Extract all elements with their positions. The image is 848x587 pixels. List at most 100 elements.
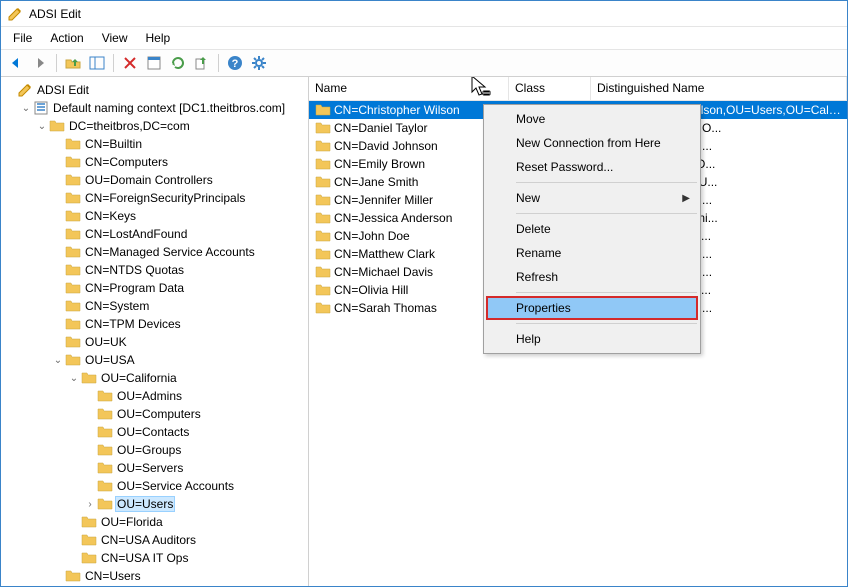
tree-item[interactable]: CN=Builtin [3,135,306,153]
row-name: CN=Daniel Taylor [334,121,428,135]
ctx-separator [516,182,697,183]
tree-expander[interactable]: ⌄ [51,355,65,366]
ctx-new-connection-label: New Connection from Here [516,136,661,150]
ctx-delete[interactable]: Delete [486,217,698,241]
tree-ou-california[interactable]: ⌄ OU=California [3,369,306,387]
folder-icon [315,264,331,280]
tree-item[interactable]: CN=System [3,297,306,315]
forward-icon [32,55,48,71]
tree-item[interactable]: CN=Program Data [3,279,306,297]
tree-panel[interactable]: ADSI Edit⌄Default naming context [DC1.th… [1,77,309,586]
tree-item-label: CN=Keys [83,209,138,223]
ctx-move-label: Move [516,112,545,126]
tree-item[interactable]: CN=ForeignSecurityPrincipals [3,189,306,207]
up-button[interactable] [62,52,84,74]
menu-file[interactable]: File [5,29,40,47]
folder-icon [65,352,81,368]
tree-item-label: Default naming context [DC1.theitbros.co… [51,101,287,115]
tree-dc[interactable]: ⌄DC=theitbros,DC=com [3,117,306,135]
chevron-right-icon: ▶ [682,193,690,204]
tree-item[interactable]: OU=Contacts [3,423,306,441]
tree-item[interactable]: OU=Domain Controllers [3,171,306,189]
settings-button[interactable] [248,52,270,74]
tree-item-label: OU=UK [83,335,129,349]
folder-icon [315,102,331,118]
menu-view[interactable]: View [94,29,136,47]
delete-button[interactable] [119,52,141,74]
tree-context[interactable]: ⌄ Default naming context [DC1.theitbros.c… [3,99,306,117]
ctx-separator [516,292,697,293]
panes-icon [89,55,105,71]
properties-button[interactable] [143,52,165,74]
folder-icon [81,532,97,548]
folder-icon [315,120,331,136]
help-button[interactable] [224,52,246,74]
row-name: CN=Michael Davis [334,265,433,279]
toolbar-separator [113,54,114,72]
ctx-new-connection[interactable]: New Connection from Here [486,131,698,155]
folder-icon [315,228,331,244]
tree-ou-users[interactable]: ›OU=Users [3,495,306,513]
refresh-button[interactable] [167,52,189,74]
tree-item[interactable]: OU=Florida [3,513,306,531]
tree-item[interactable]: CN=Users [3,567,306,585]
row-name: CN=John Doe [334,229,410,243]
tree-expander[interactable]: › [83,499,97,510]
folder-icon [315,156,331,172]
tree-expander[interactable]: ⌄ [35,121,49,132]
tree-item-label: OU=Computers [115,407,203,421]
cell-name: CN=Christopher Wilson [309,102,509,118]
tree-item[interactable]: OU=Service Accounts [3,477,306,495]
ctx-reset-password[interactable]: Reset Password... [486,155,698,179]
ctx-new[interactable]: New▶ [486,186,698,210]
export-button[interactable] [191,52,213,74]
ctx-refresh[interactable]: Refresh [486,265,698,289]
tree-item-label: OU=Servers [115,461,185,475]
menu-help[interactable]: Help [138,29,179,47]
tree-root[interactable]: ADSI Edit [3,81,306,99]
tree-item[interactable]: CN=USA IT Ops [3,549,306,567]
back-button[interactable] [5,52,27,74]
row-name: CN=Matthew Clark [334,247,435,261]
ctx-rename[interactable]: Rename [486,241,698,265]
tree-item[interactable]: OU=Servers [3,459,306,477]
tree-item[interactable]: CN=TPM Devices [3,315,306,333]
column-dn[interactable]: Distinguished Name [591,77,847,100]
tree-item-label: OU=California [99,371,179,385]
folder-icon [97,388,113,404]
tree-item[interactable]: OU=UK [3,333,306,351]
tree-item[interactable]: CN=Computers [3,153,306,171]
tree-item[interactable]: CN=Keys [3,207,306,225]
tree-item[interactable]: CN=USA Auditors [3,531,306,549]
column-name[interactable]: Name [309,77,509,100]
forward-button[interactable] [29,52,51,74]
tree-item[interactable]: OU=Computers [3,405,306,423]
panes-button[interactable] [86,52,108,74]
tree-item[interactable]: CN=LostAndFound [3,225,306,243]
up-folder-icon [65,55,81,71]
tree-item[interactable]: OU=Admins [3,387,306,405]
tree-item-label: CN=LostAndFound [83,227,189,241]
ctx-help[interactable]: Help [486,327,698,351]
column-class[interactable]: Class [509,77,591,100]
row-name: CN=Olivia Hill [334,283,408,297]
ctx-help-label: Help [516,332,541,346]
tree-item[interactable]: OU=Groups [3,441,306,459]
window-title: ADSI Edit [29,7,81,21]
tree-ou-usa[interactable]: ⌄OU=USA [3,351,306,369]
row-name: CN=Sarah Thomas [334,301,437,315]
cell-name: CN=Daniel Taylor [309,120,509,136]
content-area: ADSI Edit⌄Default naming context [DC1.th… [1,77,847,586]
folder-icon [315,300,331,316]
menu-action[interactable]: Action [42,29,91,47]
tree-item[interactable]: CN=Managed Service Accounts [3,243,306,261]
folder-icon [315,174,331,190]
row-name: CN=Jessica Anderson [334,211,452,225]
ctx-delete-label: Delete [516,222,551,236]
ctx-move[interactable]: Move [486,107,698,131]
tree-item[interactable]: CN=NTDS Quotas [3,261,306,279]
tree-expander[interactable]: ⌄ [67,373,81,384]
ctx-properties[interactable]: Properties [486,296,698,320]
row-name: CN=David Johnson [334,139,438,153]
tree-expander[interactable]: ⌄ [19,103,33,114]
